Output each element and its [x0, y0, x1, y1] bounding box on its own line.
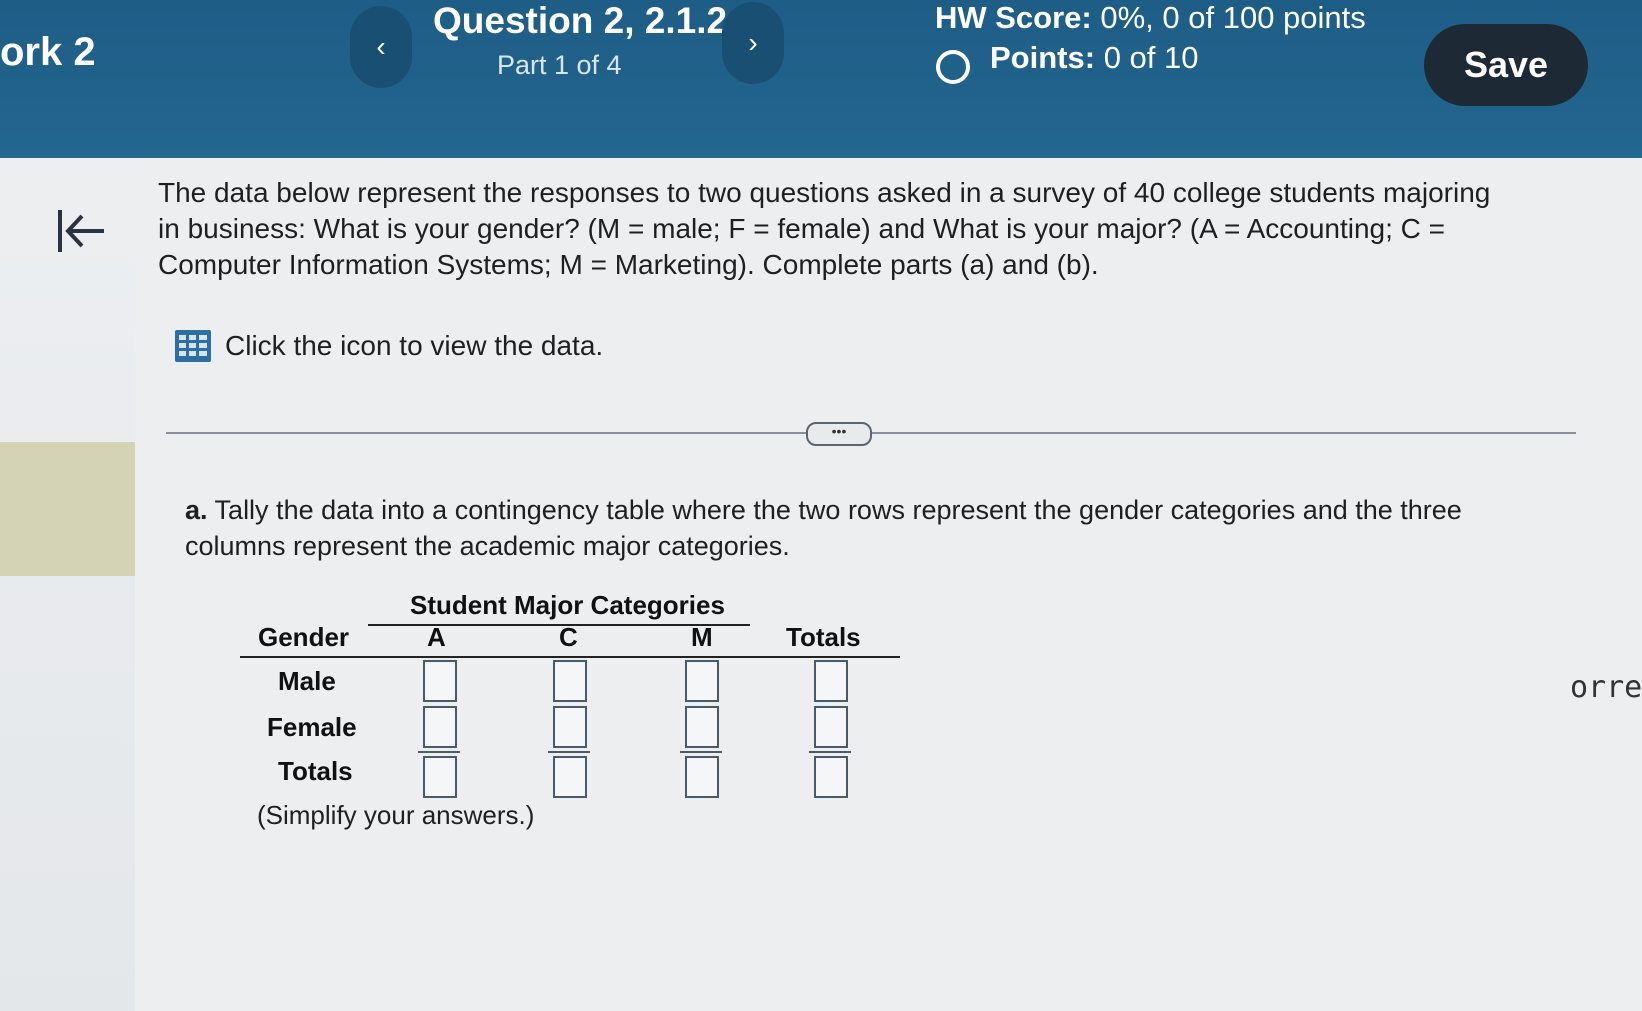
- sum-rule-m: [680, 751, 722, 753]
- input-female-m[interactable]: [685, 706, 719, 748]
- contingency-table: Student Major Categories Gender A C M To…: [240, 590, 910, 810]
- input-totals-a[interactable]: [423, 756, 457, 798]
- expand-button[interactable]: •••: [806, 422, 872, 446]
- view-data-link[interactable]: Click the icon to view the data.: [175, 330, 603, 362]
- chevron-right-icon: ›: [748, 27, 758, 58]
- input-male-totals[interactable]: [814, 660, 848, 702]
- simplify-note: (Simplify your answers.): [257, 800, 535, 830]
- row-header: Gender: [258, 622, 350, 652]
- sum-rule-c: [548, 751, 590, 753]
- view-data-text[interactable]: Click the icon to view the data.: [225, 330, 603, 362]
- input-totals-grand[interactable]: [814, 756, 848, 798]
- homework-name: ork 2: [0, 30, 96, 74]
- hw-score: HW Score: 0%, 0 of 100 points: [935, 0, 1366, 36]
- column-header-m: M: [691, 622, 713, 652]
- points: Points: 0 of 10: [990, 40, 1199, 76]
- question-panel: [135, 158, 1642, 1011]
- left-highlight-band: [0, 442, 152, 576]
- part-a-instructions: a. Tally the data into a contingency tab…: [185, 492, 1525, 564]
- previous-question-button[interactable]: ‹: [350, 6, 412, 88]
- column-header-c: C: [559, 622, 578, 652]
- data-table-icon[interactable]: [175, 330, 211, 362]
- circle-status-icon: [936, 50, 970, 84]
- input-totals-m[interactable]: [685, 756, 719, 798]
- save-button[interactable]: Save: [1424, 24, 1588, 106]
- question-intro: The data below represent the responses t…: [158, 177, 1491, 280]
- side-feedback-text: orrec: [1570, 670, 1642, 705]
- page: ork 2 ‹ Question 2, 2.1.2 Part 1 of 4 › …: [0, 0, 1642, 1011]
- chevron-left-icon: ‹: [376, 31, 386, 62]
- points-label: Points:: [990, 40, 1096, 75]
- part-a-text: Tally the data into a contingency table …: [185, 495, 1462, 561]
- row-label-male: Male: [278, 666, 336, 696]
- input-male-a[interactable]: [423, 660, 457, 702]
- row-label-female: Female: [267, 712, 357, 742]
- question-title: Question 2, 2.1.2: [433, 0, 728, 41]
- column-header-totals: Totals: [786, 622, 861, 652]
- input-male-m[interactable]: [685, 660, 719, 702]
- header-rule: [240, 656, 900, 658]
- hw-score-value: 0%, 0 of 100 points: [1100, 0, 1366, 35]
- points-value: 0 of 10: [1103, 40, 1199, 75]
- row-label-totals: Totals: [278, 756, 353, 786]
- header-bar: ork 2 ‹ Question 2, 2.1.2 Part 1 of 4 › …: [0, 0, 1642, 158]
- column-header-a: A: [427, 622, 446, 652]
- next-question-button[interactable]: ›: [722, 2, 784, 84]
- question-part: Part 1 of 4: [497, 50, 622, 80]
- input-male-c[interactable]: [553, 660, 587, 702]
- sum-rule-totals: [809, 751, 851, 753]
- hw-score-label: HW Score:: [935, 0, 1092, 35]
- input-female-totals[interactable]: [814, 706, 848, 748]
- sum-rule-a: [418, 751, 460, 753]
- input-female-a[interactable]: [423, 706, 457, 748]
- group-header: Student Major Categories: [410, 590, 725, 620]
- back-to-start-icon[interactable]: [56, 206, 108, 258]
- input-female-c[interactable]: [553, 706, 587, 748]
- part-a-letter: a.: [185, 495, 208, 525]
- input-totals-c[interactable]: [553, 756, 587, 798]
